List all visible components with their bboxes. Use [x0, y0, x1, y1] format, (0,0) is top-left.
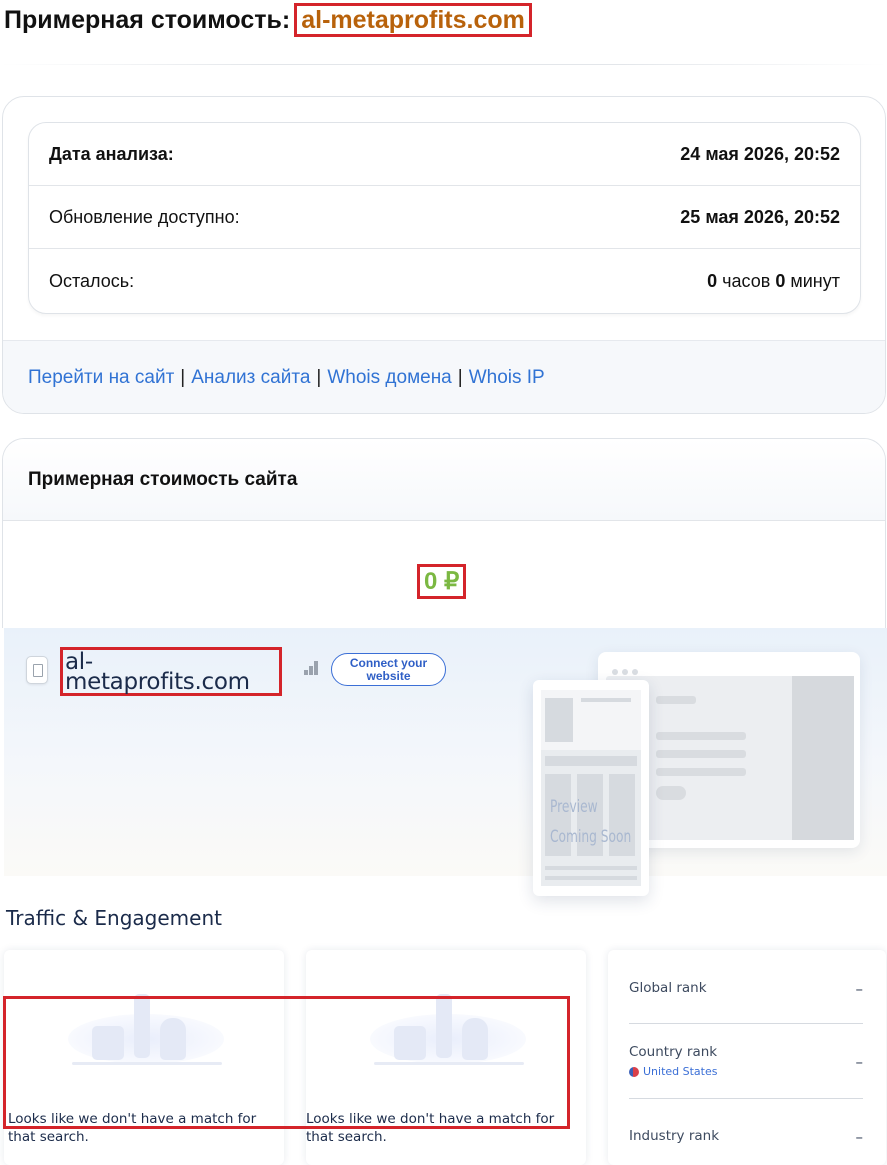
site-domain-line2: metaprofits.com — [65, 669, 250, 695]
minutes-unit: минут — [790, 270, 840, 291]
whois-ip-link[interactable]: Whois IP — [469, 367, 545, 389]
global-rank-row: Global rank – — [629, 980, 863, 998]
analysis-info-card: Дата анализа: 24 мая 2026, 20:52 Обновле… — [2, 96, 886, 414]
site-links-bar: Перейти на сайт | Анализ сайта | Whois д… — [3, 340, 885, 413]
preview-line1: Preview — [550, 797, 598, 817]
page-file-icon — [26, 656, 48, 684]
empty-state-lab-icon — [68, 994, 224, 1068]
update-available-value: 25 мая 2026, 20:52 — [680, 206, 840, 227]
rank-divider — [629, 1023, 863, 1024]
time-remaining-label: Осталось: — [49, 270, 135, 291]
rank-divider — [629, 1098, 863, 1099]
whois-domain-link[interactable]: Whois домена — [327, 367, 451, 389]
no-match-message: Looks like we don't have a match for tha… — [306, 1111, 555, 1145]
industry-rank-value: – — [855, 1128, 864, 1146]
country-name: United States — [643, 1065, 718, 1078]
industry-rank-row: Industry rank – — [629, 1128, 863, 1146]
time-remaining-value: 0 часов 0 минут — [707, 271, 840, 292]
estimated-price: 0 ₽ — [417, 564, 467, 599]
page-title-domain: al-metaprofits.com — [294, 3, 532, 37]
link-separator: | — [180, 367, 186, 388]
global-rank-label: Global rank — [629, 980, 707, 996]
preview-coming-soon-text: Preview Coming Soon — [550, 792, 631, 852]
us-flag-icon — [629, 1066, 639, 1077]
page: Примерная стоимость: al-metaprofits.com … — [0, 0, 887, 1165]
site-analysis-link[interactable]: Анализ сайта — [191, 367, 310, 389]
similarweb-embed: al- metaprofits.com Connect your website — [0, 628, 887, 1165]
rank-bars-icon — [304, 661, 320, 675]
connect-website-button[interactable]: Connect your website — [331, 653, 446, 686]
rank-summary-card: Global rank – Country rank – United Stat… — [608, 950, 886, 1165]
traffic-metric-card-2: Looks like we don't have a match for tha… — [306, 950, 586, 1165]
goto-site-link[interactable]: Перейти на сайт — [28, 367, 174, 389]
link-separator: | — [316, 367, 322, 388]
analysis-info-table: Дата анализа: 24 мая 2026, 20:52 Обновле… — [28, 122, 861, 314]
industry-rank-label: Industry rank — [629, 1128, 720, 1144]
page-title-prefix: Примерная стоимость: — [4, 5, 291, 34]
site-domain-title: al- metaprofits.com — [60, 647, 282, 696]
time-remaining-row: Осталось: 0 часов 0 минут — [29, 249, 860, 313]
traffic-metric-card-1: Looks like we don't have a match for tha… — [4, 950, 284, 1165]
country-rank-value: – — [855, 1053, 864, 1071]
hours-count: 0 — [707, 270, 718, 291]
no-match-message: Looks like we don't have a match for tha… — [8, 1111, 257, 1145]
link-separator: | — [457, 367, 463, 388]
estimated-value-heading: Примерная стоимость сайта — [3, 439, 885, 521]
analysis-date-row: Дата анализа: 24 мая 2026, 20:52 — [29, 123, 860, 186]
country-selector[interactable]: United States — [629, 1065, 718, 1078]
analysis-date-label: Дата анализа: — [49, 143, 174, 164]
header-divider — [0, 64, 887, 65]
empty-state-lab-icon — [370, 994, 526, 1068]
page-title: Примерная стоимость: al-metaprofits.com — [4, 2, 532, 38]
preview-line2: Coming Soon — [550, 827, 632, 847]
update-available-row: Обновление доступно: 25 мая 2026, 20:52 — [29, 186, 860, 249]
minutes-count: 0 — [775, 270, 786, 291]
global-rank-value: – — [855, 980, 864, 998]
mobile-preview-mockup — [533, 680, 649, 896]
traffic-engagement-heading: Traffic & Engagement — [6, 906, 222, 930]
update-available-label: Обновление доступно: — [49, 206, 240, 227]
hours-unit: часов — [722, 270, 771, 291]
analysis-date-value: 24 мая 2026, 20:52 — [680, 143, 840, 164]
connect-label-line2: website — [366, 669, 411, 683]
mobile-preview-screen — [541, 690, 641, 886]
